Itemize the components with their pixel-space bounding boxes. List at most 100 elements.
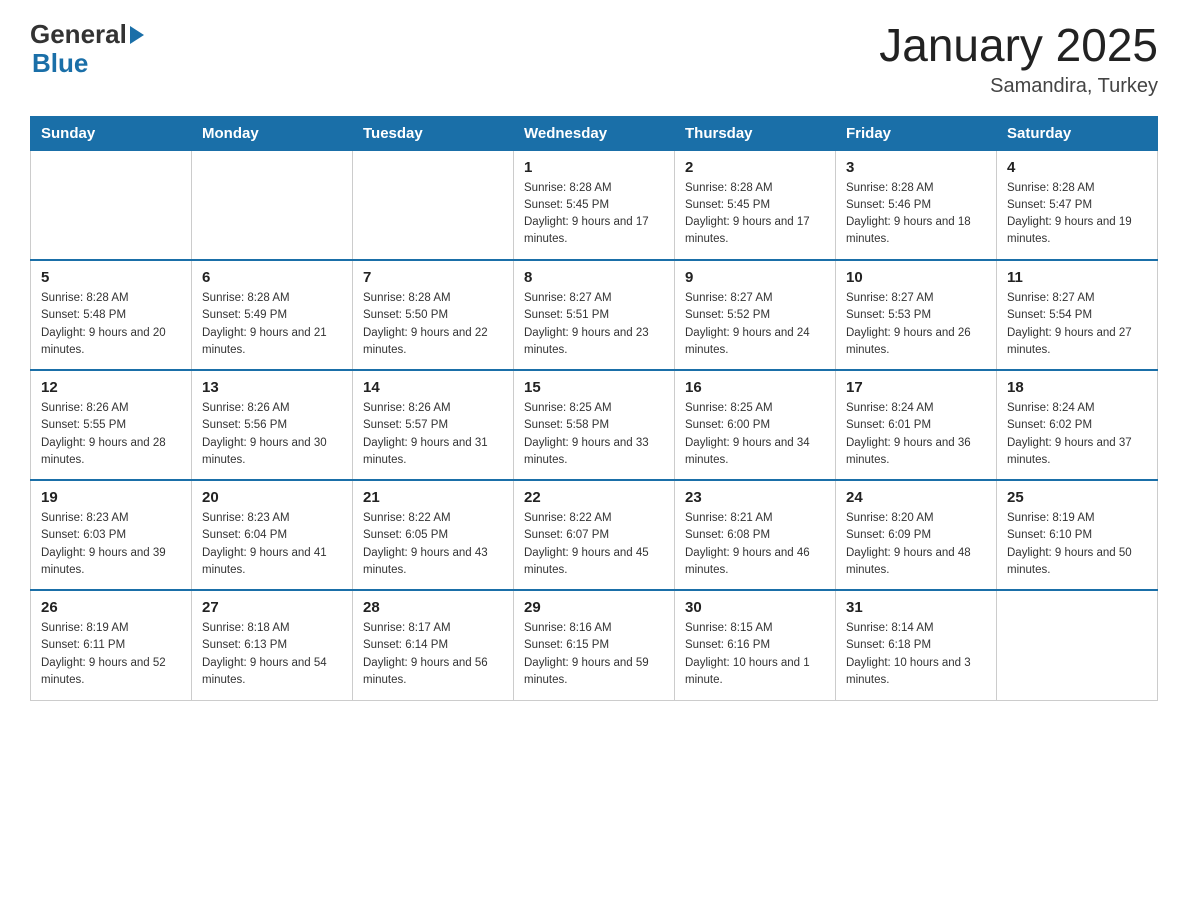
day-header-friday: Friday [836, 116, 997, 150]
day-number: 16 [685, 379, 825, 396]
day-info: Sunrise: 8:16 AMSunset: 6:15 PMDaylight:… [524, 620, 664, 689]
day-number: 3 [846, 159, 986, 176]
day-info: Sunrise: 8:28 AMSunset: 5:45 PMDaylight:… [524, 180, 664, 249]
calendar-cell: 6Sunrise: 8:28 AMSunset: 5:49 PMDaylight… [192, 260, 353, 370]
day-info: Sunrise: 8:20 AMSunset: 6:09 PMDaylight:… [846, 510, 986, 579]
day-info: Sunrise: 8:18 AMSunset: 6:13 PMDaylight:… [202, 620, 342, 689]
calendar-cell: 2Sunrise: 8:28 AMSunset: 5:45 PMDaylight… [675, 150, 836, 260]
calendar-cell: 24Sunrise: 8:20 AMSunset: 6:09 PMDayligh… [836, 480, 997, 590]
day-number: 20 [202, 489, 342, 506]
day-number: 13 [202, 379, 342, 396]
day-header-saturday: Saturday [997, 116, 1158, 150]
day-number: 12 [41, 379, 181, 396]
title-block: January 2025 Samandira, Turkey [879, 20, 1158, 98]
day-number: 28 [363, 599, 503, 616]
calendar-body: 1 Sunrise: 8:28 AMSunset: 5:45 PMDaylight… [31, 150, 1158, 700]
calendar-cell [192, 150, 353, 260]
calendar-cell: 10Sunrise: 8:27 AMSunset: 5:53 PMDayligh… [836, 260, 997, 370]
calendar-cell [353, 150, 514, 260]
day-number: 27 [202, 599, 342, 616]
calendar-cell: 28 Sunrise: 8:17 AMSunset: 6:14 PMDayligh… [353, 590, 514, 700]
day-number: 14 [363, 379, 503, 396]
day-number: 22 [524, 489, 664, 506]
day-number: 25 [1007, 489, 1147, 506]
day-number: 18 [1007, 379, 1147, 396]
day-info: Sunrise: 8:22 AMSunset: 6:07 PMDaylight:… [524, 510, 664, 579]
calendar-cell: 13 Sunrise: 8:26 AMSunset: 5:56 PMDayligh… [192, 370, 353, 480]
day-number: 19 [41, 489, 181, 506]
day-number: 26 [41, 599, 181, 616]
logo-arrow-icon [130, 26, 144, 44]
day-info: Sunrise: 8:24 AMSunset: 6:02 PMDaylight:… [1007, 400, 1147, 469]
calendar-cell: 11Sunrise: 8:27 AMSunset: 5:54 PMDayligh… [997, 260, 1158, 370]
calendar-cell: 3 Sunrise: 8:28 AMSunset: 5:46 PMDaylight… [836, 150, 997, 260]
calendar-week-4: 19 Sunrise: 8:23 AMSunset: 6:03 PMDayligh… [31, 480, 1158, 590]
day-number: 4 [1007, 159, 1147, 176]
day-info: Sunrise: 8:27 AMSunset: 5:54 PMDaylight:… [1007, 290, 1147, 359]
day-number: 23 [685, 489, 825, 506]
calendar-cell: 20 Sunrise: 8:23 AMSunset: 6:04 PMDayligh… [192, 480, 353, 590]
page-header: General Blue January 2025 Samandira, Tur… [30, 20, 1158, 98]
day-info: Sunrise: 8:28 AMSunset: 5:48 PMDaylight:… [41, 290, 181, 359]
calendar-cell: 18 Sunrise: 8:24 AMSunset: 6:02 PMDayligh… [997, 370, 1158, 480]
logo: General Blue [30, 20, 144, 77]
calendar-cell: 14 Sunrise: 8:26 AMSunset: 5:57 PMDayligh… [353, 370, 514, 480]
day-info: Sunrise: 8:27 AMSunset: 5:51 PMDaylight:… [524, 290, 664, 359]
calendar-week-1: 1 Sunrise: 8:28 AMSunset: 5:45 PMDaylight… [31, 150, 1158, 260]
calendar-cell: 23Sunrise: 8:21 AMSunset: 6:08 PMDayligh… [675, 480, 836, 590]
calendar-cell: 15 Sunrise: 8:25 AMSunset: 5:58 PMDayligh… [514, 370, 675, 480]
calendar-week-5: 26 Sunrise: 8:19 AMSunset: 6:11 PMDayligh… [31, 590, 1158, 700]
day-number: 17 [846, 379, 986, 396]
day-info: Sunrise: 8:19 AMSunset: 6:11 PMDaylight:… [41, 620, 181, 689]
day-info: Sunrise: 8:26 AMSunset: 5:57 PMDaylight:… [363, 400, 503, 469]
day-header-monday: Monday [192, 116, 353, 150]
calendar-cell: 17Sunrise: 8:24 AMSunset: 6:01 PMDayligh… [836, 370, 997, 480]
day-number: 1 [524, 159, 664, 176]
day-info: Sunrise: 8:26 AMSunset: 5:55 PMDaylight:… [41, 400, 181, 469]
calendar-header-row: SundayMondayTuesdayWednesdayThursdayFrid… [31, 116, 1158, 150]
day-info: Sunrise: 8:28 AMSunset: 5:47 PMDaylight:… [1007, 180, 1147, 249]
calendar-cell: 27 Sunrise: 8:18 AMSunset: 6:13 PMDayligh… [192, 590, 353, 700]
calendar-cell: 26 Sunrise: 8:19 AMSunset: 6:11 PMDayligh… [31, 590, 192, 700]
day-info: Sunrise: 8:28 AMSunset: 5:50 PMDaylight:… [363, 290, 503, 359]
day-info: Sunrise: 8:17 AMSunset: 6:14 PMDaylight:… [363, 620, 503, 689]
day-info: Sunrise: 8:28 AMSunset: 5:49 PMDaylight:… [202, 290, 342, 359]
day-info: Sunrise: 8:23 AMSunset: 6:04 PMDaylight:… [202, 510, 342, 579]
calendar-title: January 2025 [879, 20, 1158, 71]
calendar-cell: 16Sunrise: 8:25 AMSunset: 6:00 PMDayligh… [675, 370, 836, 480]
day-info: Sunrise: 8:26 AMSunset: 5:56 PMDaylight:… [202, 400, 342, 469]
calendar-week-3: 12 Sunrise: 8:26 AMSunset: 5:55 PMDayligh… [31, 370, 1158, 480]
day-number: 8 [524, 269, 664, 286]
day-info: Sunrise: 8:23 AMSunset: 6:03 PMDaylight:… [41, 510, 181, 579]
day-info: Sunrise: 8:28 AMSunset: 5:46 PMDaylight:… [846, 180, 986, 249]
calendar-cell: 4 Sunrise: 8:28 AMSunset: 5:47 PMDaylight… [997, 150, 1158, 260]
day-header-wednesday: Wednesday [514, 116, 675, 150]
day-number: 29 [524, 599, 664, 616]
day-info: Sunrise: 8:22 AMSunset: 6:05 PMDaylight:… [363, 510, 503, 579]
calendar-cell: 22 Sunrise: 8:22 AMSunset: 6:07 PMDayligh… [514, 480, 675, 590]
logo-blue-text: Blue [32, 49, 144, 78]
day-number: 31 [846, 599, 986, 616]
calendar-cell: 31Sunrise: 8:14 AMSunset: 6:18 PMDayligh… [836, 590, 997, 700]
day-number: 5 [41, 269, 181, 286]
calendar-cell: 21 Sunrise: 8:22 AMSunset: 6:05 PMDayligh… [353, 480, 514, 590]
day-header-thursday: Thursday [675, 116, 836, 150]
day-number: 15 [524, 379, 664, 396]
calendar-cell: 25Sunrise: 8:19 AMSunset: 6:10 PMDayligh… [997, 480, 1158, 590]
day-header-sunday: Sunday [31, 116, 192, 150]
day-header-tuesday: Tuesday [353, 116, 514, 150]
calendar-cell: 19 Sunrise: 8:23 AMSunset: 6:03 PMDayligh… [31, 480, 192, 590]
calendar-cell: 12 Sunrise: 8:26 AMSunset: 5:55 PMDayligh… [31, 370, 192, 480]
day-number: 10 [846, 269, 986, 286]
calendar-cell: 9 Sunrise: 8:27 AMSunset: 5:52 PMDaylight… [675, 260, 836, 370]
day-number: 30 [685, 599, 825, 616]
day-info: Sunrise: 8:27 AMSunset: 5:52 PMDaylight:… [685, 290, 825, 359]
day-number: 9 [685, 269, 825, 286]
calendar-cell: 29 Sunrise: 8:16 AMSunset: 6:15 PMDayligh… [514, 590, 675, 700]
calendar-week-2: 5 Sunrise: 8:28 AMSunset: 5:48 PMDaylight… [31, 260, 1158, 370]
day-number: 7 [363, 269, 503, 286]
day-number: 21 [363, 489, 503, 506]
calendar-subtitle: Samandira, Turkey [879, 75, 1158, 98]
day-info: Sunrise: 8:25 AMSunset: 5:58 PMDaylight:… [524, 400, 664, 469]
calendar-cell: 30Sunrise: 8:15 AMSunset: 6:16 PMDayligh… [675, 590, 836, 700]
